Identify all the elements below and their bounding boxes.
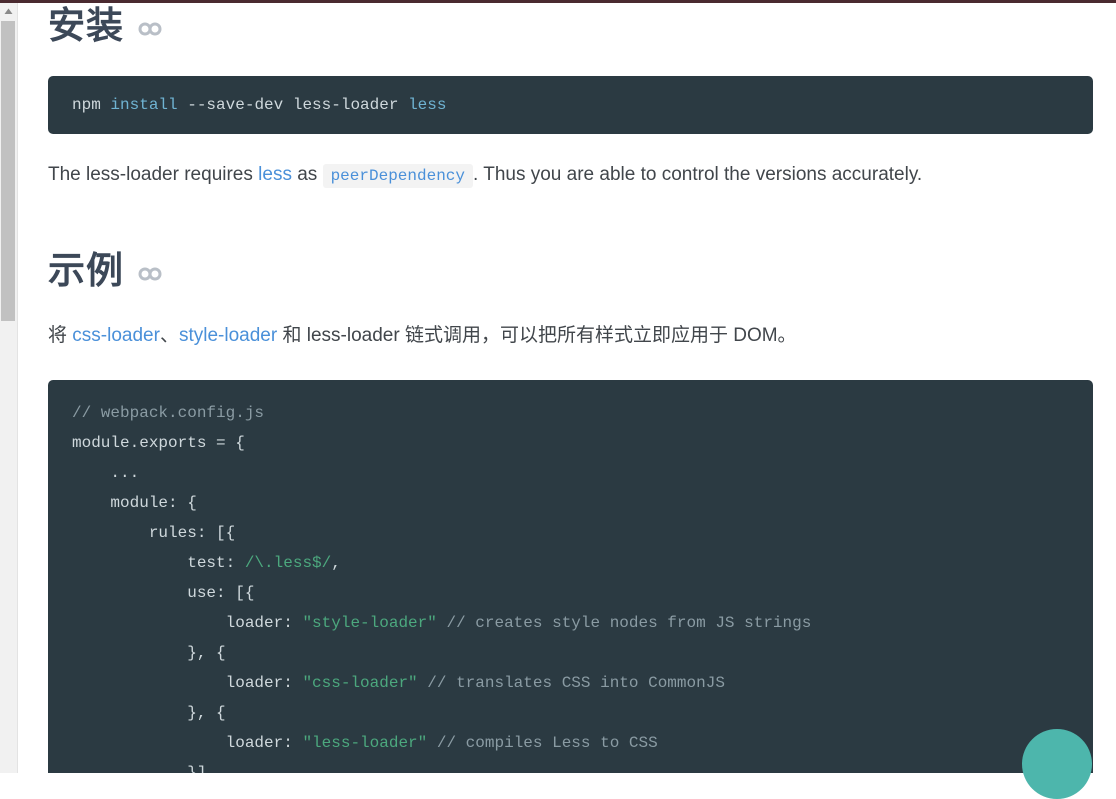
text-segment: The less-loader requires bbox=[48, 164, 259, 185]
vertical-scrollbar[interactable] bbox=[0, 3, 18, 773]
code-token: // webpack.config.js bbox=[72, 403, 265, 422]
link-less[interactable]: less bbox=[258, 164, 292, 185]
code-token: "style-loader" bbox=[302, 613, 437, 632]
code-token: "css-loader" bbox=[302, 673, 418, 692]
code-line: }] bbox=[72, 758, 1069, 773]
heading-install: 安装 bbox=[48, 7, 1093, 44]
text-segment: 和 less-loader 链式调用，可以把所有样式立即应用于 DOM。 bbox=[277, 325, 797, 347]
paragraph-example: 将 css-loader、style-loader 和 less-loader … bbox=[48, 321, 1093, 351]
code-token: }, { bbox=[72, 703, 226, 722]
article-content: 安装 npm install --save-dev less-loader le… bbox=[48, 3, 1093, 773]
code-line: rules: [{ bbox=[72, 518, 1069, 548]
code-token: rules: [{ bbox=[72, 523, 236, 542]
code-token: // creates style nodes from JS strings bbox=[446, 613, 812, 632]
code-token: --save-dev less-loader bbox=[177, 96, 409, 114]
floating-action-button[interactable] bbox=[1022, 729, 1092, 799]
link-css-loader[interactable]: css-loader bbox=[72, 325, 160, 346]
inline-code-peerdependency: peerDependency bbox=[322, 164, 473, 188]
code-token: , bbox=[331, 553, 341, 572]
code-token: test: bbox=[72, 553, 245, 572]
heading-example-text: 示例 bbox=[48, 250, 124, 292]
code-line: }, { bbox=[72, 698, 1069, 728]
code-block-example[interactable]: // webpack.config.js module.exports = { .… bbox=[48, 379, 1093, 773]
code-token: // translates CSS into CommonJS bbox=[427, 673, 725, 692]
code-token: ... bbox=[72, 463, 140, 482]
code-token: loader: bbox=[72, 613, 303, 632]
code-line: module: { bbox=[72, 488, 1069, 518]
code-token: less bbox=[408, 96, 447, 114]
code-line: loader: "css-loader" // translates CSS i… bbox=[72, 668, 1069, 698]
code-line: module.exports = { bbox=[72, 428, 1069, 458]
code-token: loader: bbox=[72, 673, 303, 692]
link-chain-icon[interactable] bbox=[138, 22, 162, 36]
heading-install-text: 安装 bbox=[48, 5, 124, 46]
text-segment: 将 bbox=[48, 325, 73, 347]
code-token: /\.less$/ bbox=[244, 553, 332, 572]
paragraph-install: The less-loader requires less as peerDep… bbox=[48, 160, 1093, 190]
code-line: }, { bbox=[72, 638, 1069, 668]
code-line: use: [{ bbox=[72, 578, 1069, 608]
code-token: // compiles Less to CSS bbox=[436, 733, 658, 752]
document-page: 安装 npm install --save-dev less-loader le… bbox=[18, 3, 1116, 773]
code-token: module.exports = { bbox=[72, 433, 245, 452]
code-token: "less-loader" bbox=[302, 733, 428, 752]
text-segment: 、 bbox=[159, 325, 179, 347]
code-block-install[interactable]: npm install --save-dev less-loader less bbox=[48, 76, 1093, 134]
text-segment: . Thus you are able to control the versi… bbox=[473, 164, 923, 185]
text-segment: as bbox=[291, 164, 323, 185]
scrollbar-thumb[interactable] bbox=[1, 21, 15, 321]
code-token: module: { bbox=[72, 493, 197, 512]
code-token: }, { bbox=[72, 643, 226, 662]
code-line: loader: "less-loader" // compiles Less t… bbox=[72, 728, 1069, 758]
code-token: }] bbox=[72, 763, 207, 773]
code-token: use: [{ bbox=[72, 583, 255, 602]
code-token: loader: bbox=[72, 733, 303, 752]
link-style-loader[interactable]: style-loader bbox=[179, 325, 277, 346]
code-token: npm bbox=[72, 96, 111, 114]
link-chain-icon[interactable] bbox=[138, 267, 162, 281]
code-token: install bbox=[110, 96, 178, 114]
browser-top-strip bbox=[0, 0, 1116, 3]
scroll-up-arrow-icon[interactable] bbox=[0, 3, 17, 20]
code-line: test: /\.less$/, bbox=[72, 548, 1069, 578]
code-line: ... bbox=[72, 458, 1069, 488]
heading-example: 示例 bbox=[48, 252, 1093, 289]
code-line: // webpack.config.js bbox=[72, 398, 1069, 428]
code-line: loader: "style-loader" // creates style … bbox=[72, 608, 1069, 638]
